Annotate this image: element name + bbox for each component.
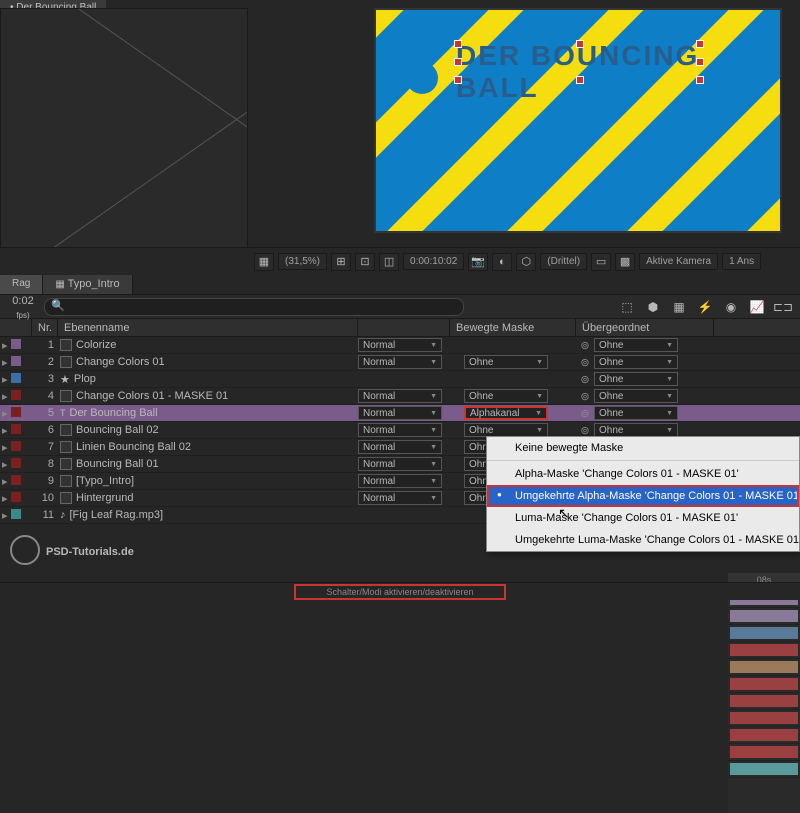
blend-mode-dropdown[interactable]: Normal xyxy=(358,491,442,505)
mask-icon[interactable]: ◫ xyxy=(379,253,399,271)
parent-dropdown[interactable]: Ohne xyxy=(594,355,678,369)
layer-row[interactable]: ▸ 5 TDer Bouncing Ball Normal Alphakanal… xyxy=(0,405,800,422)
blend-mode-dropdown[interactable]: Normal xyxy=(358,474,442,488)
ball-graphic xyxy=(406,62,438,94)
blend-mode-dropdown[interactable]: Normal xyxy=(358,423,442,437)
transform-handle[interactable] xyxy=(696,40,704,48)
layer-row[interactable]: ▸ 1 Colorize Normal ⊚ Ohne xyxy=(0,337,800,354)
menu-item-luma[interactable]: Luma-Maske 'Change Colors 01 - MASKE 01' xyxy=(487,507,799,529)
transform-handle[interactable] xyxy=(576,40,584,48)
layer-search-input[interactable]: 🔍 xyxy=(44,298,464,316)
transform-handle[interactable] xyxy=(454,40,462,48)
timeline-tab[interactable]: Rag xyxy=(0,275,43,294)
view-dropdown[interactable]: 1 Ans xyxy=(722,253,761,270)
blend-mode-dropdown[interactable]: Normal xyxy=(358,389,442,403)
snap-icon[interactable]: ⊏⊐ xyxy=(772,297,794,317)
motion-blur-icon[interactable]: ⚡ xyxy=(694,297,716,317)
blend-mode-dropdown[interactable]: Normal xyxy=(358,440,442,454)
graph-icon[interactable]: 📈 xyxy=(746,297,768,317)
transform-handle[interactable] xyxy=(696,58,704,66)
parent-dropdown[interactable]: Ohne xyxy=(594,372,678,386)
menu-item-none[interactable]: Keine bewegte Maske xyxy=(487,437,799,461)
tab-label: Typo_Intro xyxy=(68,278,120,290)
quality-dropdown[interactable]: (Drittel) xyxy=(540,253,587,270)
toggle-switches-modes-button[interactable]: Schalter/Modi aktivieren/deaktivieren xyxy=(294,584,505,600)
transparency-icon[interactable]: ▩ xyxy=(615,253,635,271)
grid-icon[interactable]: ▦ xyxy=(254,253,274,271)
header-mask[interactable]: Bewegte Maske xyxy=(450,319,576,336)
parent-dropdown[interactable]: Ohne xyxy=(594,423,678,437)
composition-preview[interactable]: DER BOUNCING BALL xyxy=(374,8,782,233)
parent-dropdown[interactable]: Ohne xyxy=(594,338,678,352)
layer-headers: Nr. Ebenenname Bewegte Maske Übergeordne… xyxy=(0,319,800,337)
resolution-icon[interactable]: ⊞ xyxy=(331,253,351,271)
draft3d-icon[interactable]: ⬢ xyxy=(642,297,664,317)
timeline-tabs: Rag ▦ Typo_Intro xyxy=(0,275,800,295)
preview-title-text[interactable]: DER BOUNCING BALL xyxy=(456,40,780,104)
layer-row[interactable]: ▸ 3 ★Plop ⊚ Ohne xyxy=(0,371,800,388)
blend-mode-dropdown[interactable]: Normal xyxy=(358,406,442,420)
header-number[interactable]: Nr. xyxy=(32,319,58,336)
transform-handle[interactable] xyxy=(696,76,704,84)
channel-icon[interactable]: ◐ xyxy=(492,253,512,271)
track-matte-dropdown[interactable]: Ohne xyxy=(464,423,548,437)
current-time[interactable]: 0:02fps) xyxy=(6,293,40,321)
transform-handle[interactable] xyxy=(454,76,462,84)
zoom-dropdown[interactable]: (31,5%) xyxy=(278,253,327,270)
layer-row[interactable]: ▸ 2 Change Colors 01 Normal Ohne ⊚ Ohne xyxy=(0,354,800,371)
parent-dropdown[interactable]: Ohne xyxy=(594,389,678,403)
timeline-tab[interactable]: ▦ Typo_Intro xyxy=(43,275,132,294)
region-icon[interactable]: ▭ xyxy=(591,253,611,271)
color-icon[interactable]: ⬡ xyxy=(516,253,536,271)
menu-item-luma-inverted[interactable]: Umgekehrte Luma-Maske 'Change Colors 01 … xyxy=(487,529,799,551)
timecode-display[interactable]: 0:00:10:02 xyxy=(403,253,464,270)
preview-status-bar: ▦ (31,5%) ⊞ ⊡ ◫ 0:00:10:02 📷 ◐ ⬡ (Dritte… xyxy=(248,247,800,275)
parent-dropdown[interactable]: Ohne xyxy=(594,406,678,420)
header-name[interactable]: Ebenenname xyxy=(58,319,358,336)
header-parent[interactable]: Übergeordnet xyxy=(576,319,714,336)
blend-mode-dropdown[interactable]: Normal xyxy=(358,457,442,471)
transform-handle[interactable] xyxy=(454,58,462,66)
brain-icon[interactable]: ◉ xyxy=(720,297,742,317)
timeline-track-area[interactable]: 08s xyxy=(728,573,800,813)
track-matte-dropdown[interactable]: Ohne xyxy=(464,355,548,369)
transform-handle[interactable] xyxy=(576,76,584,84)
blend-mode-dropdown[interactable]: Normal xyxy=(358,338,442,352)
blend-mode-dropdown[interactable]: Normal xyxy=(358,355,442,369)
layer-row[interactable]: ▸ 4 Change Colors 01 - MASKE 01 Normal O… xyxy=(0,388,800,405)
safe-zone-icon[interactable]: ⊡ xyxy=(355,253,375,271)
track-matte-dropdown-menu: Keine bewegte Maske Alpha-Maske 'Change … xyxy=(486,436,800,552)
camera-dropdown[interactable]: Aktive Kamera xyxy=(639,253,718,270)
menu-item-alpha[interactable]: Alpha-Maske 'Change Colors 01 - MASKE 01… xyxy=(487,463,799,485)
track-matte-dropdown[interactable]: Ohne xyxy=(464,389,548,403)
wireframe-preview xyxy=(0,8,248,248)
frame-blend-icon[interactable]: ▦ xyxy=(668,297,690,317)
menu-item-alpha-inverted[interactable]: Umgekehrte Alpha-Maske 'Change Colors 01… xyxy=(487,485,799,507)
snapshot-icon[interactable]: 📷 xyxy=(468,253,488,271)
comp-flowchart-icon[interactable]: ⬚ xyxy=(616,297,638,317)
track-matte-dropdown[interactable]: Alphakanal xyxy=(464,406,548,420)
watermark: PSD-Tutorials.de xyxy=(10,535,134,565)
